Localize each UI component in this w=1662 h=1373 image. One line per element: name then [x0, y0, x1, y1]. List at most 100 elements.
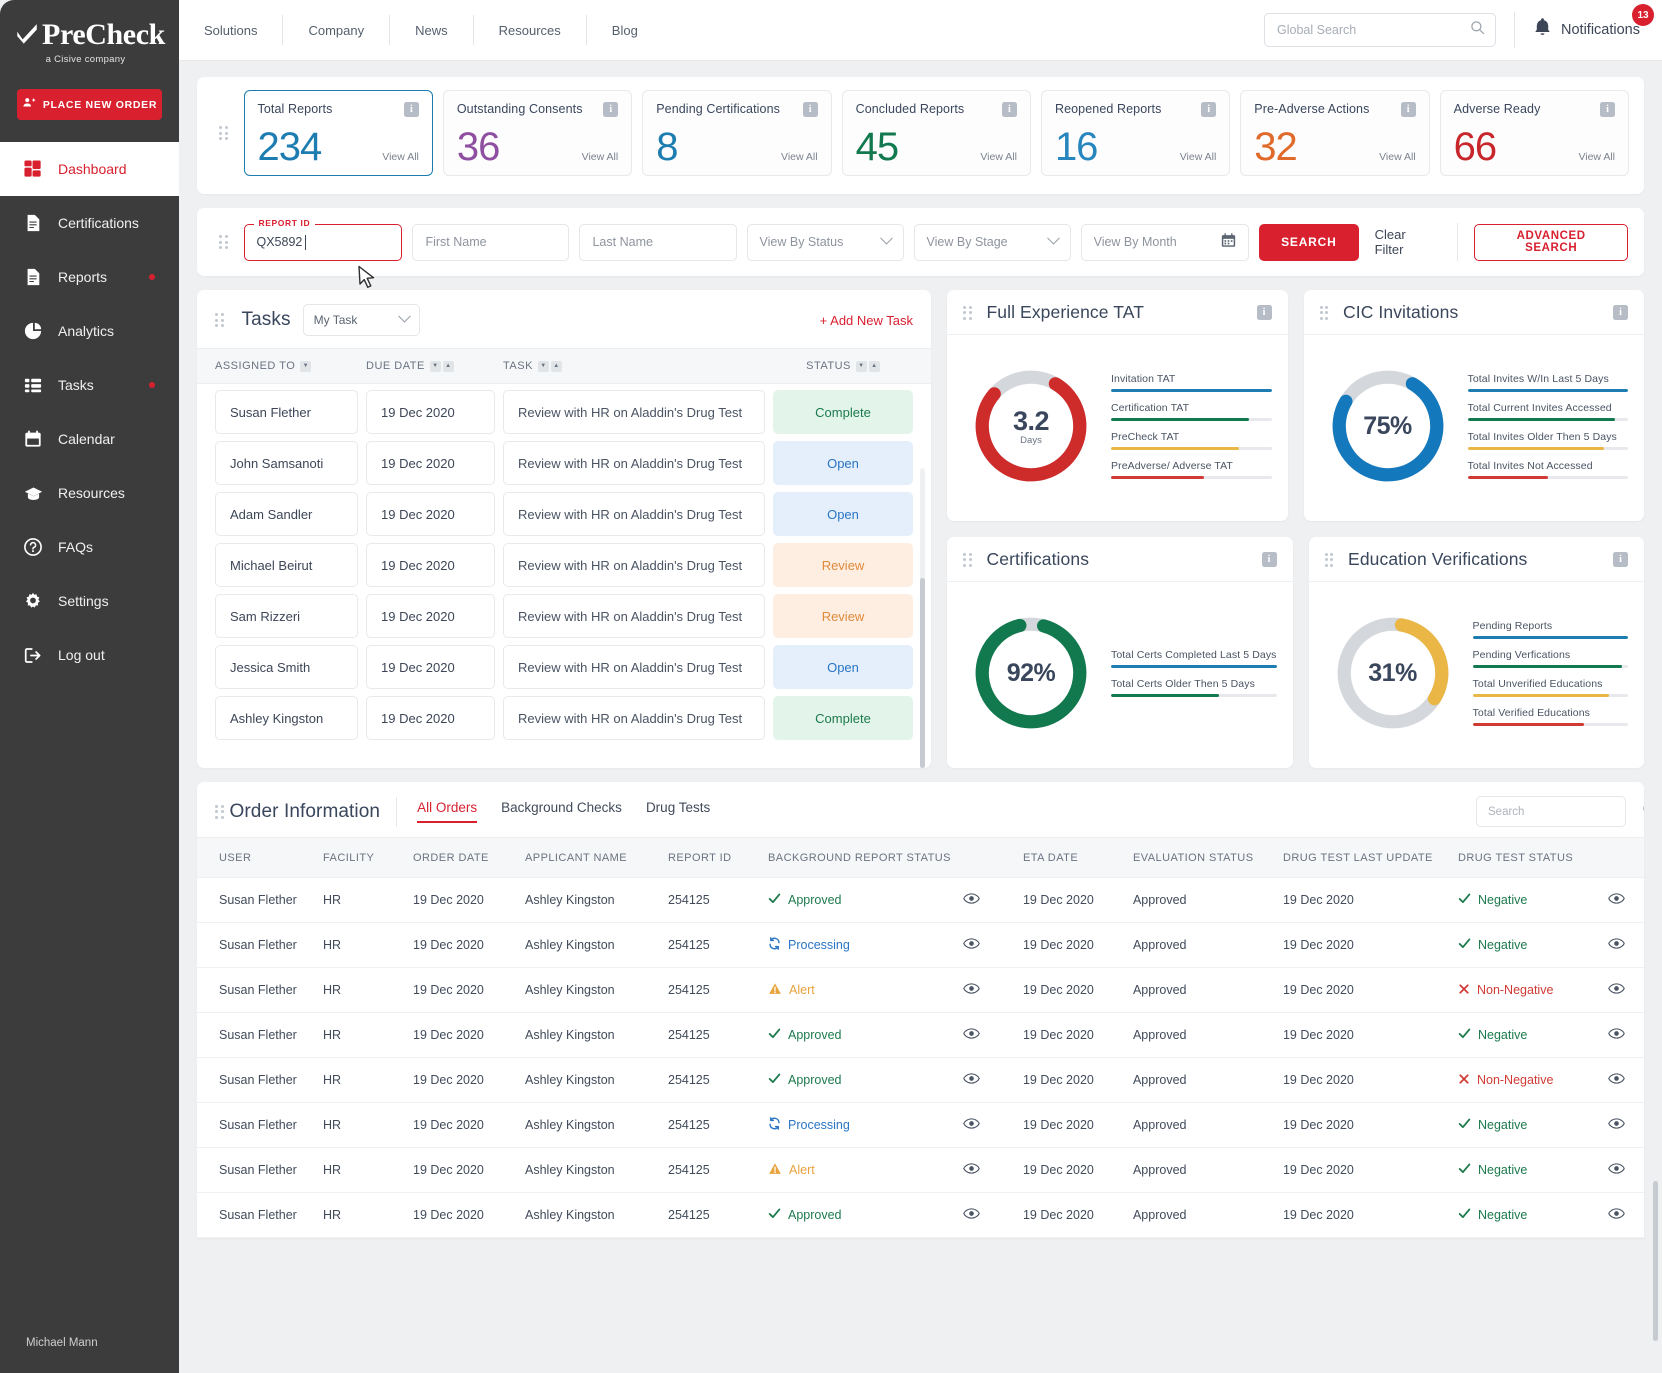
col-background-report-status[interactable]: BACKGROUND REPORT STATUS [762, 837, 957, 878]
table-row[interactable]: Susan Flether HR 19 Dec 2020 Ashley King… [197, 1057, 1644, 1103]
topnav-item-company[interactable]: Company [283, 15, 391, 45]
col-drug-test-last-update[interactable]: DRUG TEST LAST UPDATE [1276, 837, 1452, 878]
table-row[interactable]: Susan Flether HR 19 Dec 2020 Ashley King… [197, 1192, 1644, 1238]
table-row[interactable]: Susan Flether HR 19 Dec 2020 Ashley King… [197, 967, 1644, 1013]
sidebar-item-calendar[interactable]: Calendar [0, 412, 179, 466]
eye-icon[interactable] [963, 937, 980, 950]
kpi-card-concluded-reports[interactable]: Concluded Reports i 45 View All [841, 90, 1031, 176]
cell-view-background[interactable] [956, 877, 1017, 923]
col-user[interactable]: USER [197, 837, 317, 878]
kpi-card-pending-certifications[interactable]: Pending Certifications i 8 View All [642, 90, 832, 176]
drag-handle-icon[interactable] [219, 90, 228, 176]
col-order-date[interactable]: ORDER DATE [407, 837, 519, 878]
cell-view-background[interactable] [956, 1057, 1017, 1103]
kpi-view-all-link[interactable]: View All [1379, 151, 1416, 166]
topnav-item-news[interactable]: News [390, 15, 474, 45]
info-icon[interactable]: i [1613, 305, 1628, 320]
view-by-stage-select[interactable]: View By Stage [913, 223, 1071, 261]
info-icon[interactable]: i [1613, 552, 1628, 567]
col-eta-date[interactable]: ETA DATE [1016, 837, 1127, 878]
cell-view-drug-test[interactable] [1601, 1147, 1644, 1193]
info-icon[interactable]: i [802, 102, 818, 117]
cell-view-drug-test[interactable] [1601, 1057, 1644, 1103]
drag-handle-icon[interactable] [963, 552, 972, 567]
col-applicant-name[interactable]: APPLICANT NAME [519, 837, 662, 878]
cell-view-drug-test[interactable] [1601, 877, 1644, 923]
task-row[interactable]: Sam Rizzeri 19 Dec 2020 Review with HR o… [215, 594, 913, 638]
task-status-badge[interactable]: Open [773, 441, 913, 485]
last-name-field[interactable]: Last Name [579, 223, 737, 261]
col-report-id[interactable]: REPORT ID [662, 837, 762, 878]
advanced-search-button[interactable]: ADVANCED SEARCH [1474, 223, 1628, 261]
topnav-item-resources[interactable]: Resources [474, 15, 587, 45]
task-row[interactable]: Jessica Smith 19 Dec 2020 Review with HR… [215, 645, 913, 689]
table-row[interactable]: Susan Flether HR 19 Dec 2020 Ashley King… [197, 1147, 1644, 1193]
report-id-field[interactable]: REPORT ID QX5892 [243, 217, 403, 261]
kpi-card-outstanding-consents[interactable]: Outstanding Consents i 36 View All [442, 90, 633, 176]
task-row[interactable]: John Samsanoti 19 Dec 2020 Review with H… [215, 441, 913, 485]
search-button[interactable]: SEARCH [1259, 223, 1359, 261]
eye-icon[interactable] [1608, 1072, 1625, 1085]
topnav-item-blog[interactable]: Blog [587, 15, 663, 45]
eye-icon[interactable] [1608, 982, 1625, 995]
brand-logo[interactable]: PreCheck a Cisive company [0, 0, 179, 71]
kpi-card-reopened-reports[interactable]: Reopened Reports i 16 View All [1040, 90, 1231, 176]
col-facility[interactable]: FACILITY [317, 837, 407, 878]
order-search-input[interactable] [1488, 805, 1642, 818]
page-scrollbar[interactable] [1653, 1121, 1658, 1351]
sidebar-item-resources[interactable]: Resources [0, 466, 179, 520]
info-icon[interactable]: i [1261, 552, 1277, 567]
kpi-view-all-link[interactable]: View All [781, 151, 818, 166]
task-status-badge[interactable]: Review [773, 543, 913, 587]
task-filter-select[interactable]: My Task [302, 304, 420, 336]
place-new-order-button[interactable]: PLACE NEW ORDER [17, 89, 162, 120]
task-row[interactable]: Michael Beirut 19 Dec 2020 Review with H… [215, 543, 913, 587]
view-by-month-field[interactable]: View By Month [1080, 223, 1250, 261]
task-status-badge[interactable]: Complete [773, 696, 913, 740]
calendar-icon[interactable] [1221, 233, 1236, 251]
kpi-view-all-link[interactable]: View All [1180, 151, 1217, 166]
drag-handle-icon[interactable] [1319, 305, 1328, 320]
drag-handle-icon[interactable] [963, 305, 972, 320]
sidebar-item-settings[interactable]: Settings [0, 574, 179, 628]
eye-icon[interactable] [963, 1207, 980, 1220]
cell-view-drug-test[interactable] [1601, 1102, 1644, 1148]
kpi-view-all-link[interactable]: View All [980, 151, 1017, 166]
topnav-item-solutions[interactable]: Solutions [179, 15, 284, 45]
sidebar-item-certifications[interactable]: Certifications [0, 196, 179, 250]
notifications-button[interactable]: Notifications 13 [1533, 4, 1654, 43]
eye-icon[interactable] [1608, 937, 1625, 950]
cell-view-drug-test[interactable] [1601, 967, 1644, 1013]
kpi-card-total-reports[interactable]: Total Reports i 234 View All [243, 90, 433, 176]
sidebar-item-dashboard[interactable]: Dashboard [0, 142, 179, 196]
tasks-scrollbar[interactable] [920, 468, 925, 768]
cell-view-drug-test[interactable] [1601, 1012, 1644, 1058]
drag-handle-icon[interactable] [215, 313, 224, 327]
sidebar-item-analytics[interactable]: Analytics [0, 304, 179, 358]
sidebar-item-reports[interactable]: Reports [0, 250, 179, 304]
sort-icons[interactable]: ▼ ▲ [855, 360, 880, 372]
task-status-badge[interactable]: Open [773, 492, 913, 536]
info-icon[interactable]: i [1256, 305, 1272, 320]
kpi-card-adverse-ready[interactable]: Adverse Ready i 66 View All [1439, 90, 1630, 176]
clear-filter-link[interactable]: Clear Filter [1369, 227, 1442, 257]
info-icon[interactable]: i [603, 102, 619, 117]
cell-view-drug-test[interactable] [1601, 922, 1644, 968]
cell-view-background[interactable] [956, 1192, 1017, 1238]
info-icon[interactable]: i [1400, 102, 1416, 117]
info-icon[interactable]: i [1600, 102, 1616, 117]
global-search[interactable] [1264, 13, 1497, 47]
table-row[interactable]: Susan Flether HR 19 Dec 2020 Ashley King… [197, 1102, 1644, 1148]
eye-icon[interactable] [1608, 1162, 1625, 1175]
eye-icon[interactable] [1608, 892, 1625, 905]
table-row[interactable]: Susan Flether HR 19 Dec 2020 Ashley King… [197, 1012, 1644, 1058]
kpi-view-all-link[interactable]: View All [582, 151, 619, 166]
kpi-view-all-link[interactable]: View All [382, 151, 419, 166]
eye-icon[interactable] [963, 1072, 980, 1085]
task-row[interactable]: Ashley Kingston 19 Dec 2020 Review with … [215, 696, 913, 740]
cell-view-drug-test[interactable] [1601, 1192, 1644, 1238]
kpi-view-all-link[interactable]: View All [1578, 151, 1615, 166]
order-search[interactable] [1476, 796, 1644, 827]
cell-view-background[interactable] [956, 1102, 1017, 1148]
task-status-badge[interactable]: Open [773, 645, 913, 689]
